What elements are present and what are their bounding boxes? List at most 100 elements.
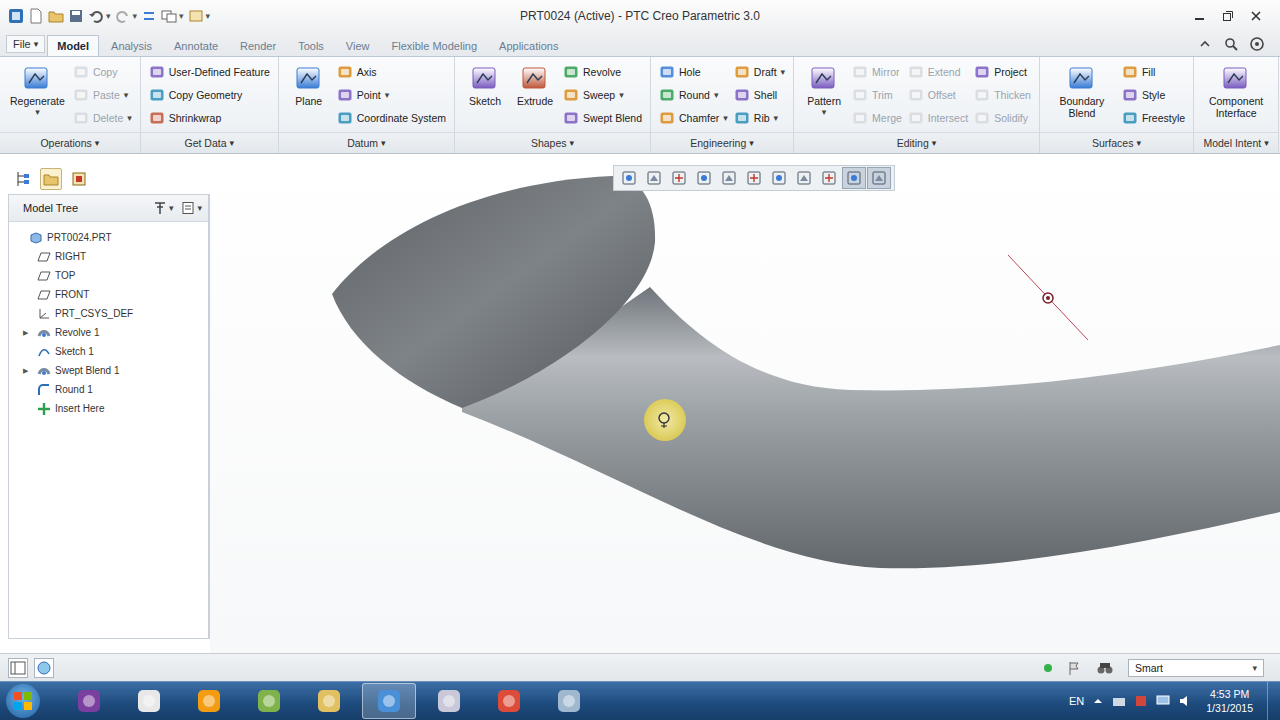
show-hidden-icon[interactable] <box>1092 695 1104 707</box>
ribbon-tab[interactable]: Render <box>230 35 286 56</box>
ribbon-button[interactable]: Round▾ <box>659 84 728 106</box>
tree-expander[interactable]: ▶ <box>23 329 33 337</box>
ribbon-large-button[interactable]: Pattern▾ <box>802 61 846 119</box>
graphics-window[interactable] <box>210 154 1280 653</box>
ribbon-button[interactable]: Copy Geometry <box>149 84 270 106</box>
view-tool-button[interactable] <box>867 167 891 189</box>
clock[interactable]: 4:53 PM1/31/2015 <box>1200 687 1259 715</box>
ribbon-button[interactable]: Hole <box>659 61 728 83</box>
view-tool-button[interactable] <box>667 167 691 189</box>
restore-icon[interactable] <box>1222 10 1234 22</box>
view-tool-button[interactable] <box>617 167 641 189</box>
ribbon-button[interactable]: Copy <box>73 61 132 83</box>
ribbon-button[interactable]: Thicken <box>974 84 1031 106</box>
ribbon-group-label[interactable]: Get Data▾ <box>141 132 278 153</box>
ribbon-group-label[interactable]: Model Intent▾ <box>1194 132 1278 153</box>
taskbar-app[interactable] <box>542 683 596 719</box>
minimize-icon[interactable] <box>1194 10 1206 22</box>
tree-item[interactable]: FRONT <box>9 285 208 304</box>
ribbon-button[interactable]: Shell <box>734 84 785 106</box>
ribbon-button[interactable]: Coordinate System <box>337 107 446 129</box>
close-window-icon[interactable] <box>188 8 204 24</box>
ribbon-button[interactable]: Draft▾ <box>734 61 785 83</box>
taskbar-app[interactable] <box>422 683 476 719</box>
ribbon-large-button[interactable]: Component Interface <box>1202 61 1270 121</box>
collapse-ribbon-icon[interactable] <box>1198 37 1212 51</box>
ribbon-large-button[interactable]: Boundary Blend <box>1048 61 1116 121</box>
ribbon-tab[interactable]: Annotate <box>164 35 228 56</box>
ribbon-button[interactable]: Merge <box>852 107 902 129</box>
view-tool-button[interactable] <box>642 167 666 189</box>
new-file-icon[interactable] <box>28 8 44 24</box>
monitor-icon[interactable] <box>1156 694 1170 708</box>
ribbon-button[interactable]: Delete▾ <box>73 107 132 129</box>
taskbar-app[interactable] <box>182 683 236 719</box>
ribbon-button[interactable]: Extend <box>908 61 968 83</box>
ribbon-tab[interactable]: Model <box>47 35 99 56</box>
model-view[interactable] <box>210 154 1280 653</box>
tree-item[interactable]: Sketch 1 <box>9 342 208 361</box>
show-desktop-button[interactable] <box>1267 682 1280 720</box>
find-icon[interactable] <box>1096 659 1114 677</box>
selection-filter[interactable]: Smart▾ <box>1128 659 1264 677</box>
tree-settings-button[interactable]: ▾ <box>153 201 174 215</box>
ribbon-button[interactable]: Point▾ <box>337 84 446 106</box>
ribbon-group-label[interactable]: Datum▾ <box>279 132 454 153</box>
datum-point-icon[interactable] <box>1043 293 1053 303</box>
ribbon-tab[interactable]: Flexible Modeling <box>381 35 487 56</box>
taskbar-app[interactable] <box>122 683 176 719</box>
tree-item[interactable]: RIGHT <box>9 247 208 266</box>
ribbon-large-button[interactable]: Plane <box>287 61 331 109</box>
ribbon-group-label[interactable]: Shapes▾ <box>455 132 650 153</box>
save-icon[interactable] <box>68 8 84 24</box>
tree-item[interactable]: TOP <box>9 266 208 285</box>
network-icon[interactable] <box>1112 694 1126 708</box>
ribbon-group-label[interactable]: Editing▾ <box>794 132 1039 153</box>
alert-icon[interactable] <box>1134 694 1148 708</box>
ribbon-button[interactable]: Trim <box>852 84 902 106</box>
view-tool-button[interactable] <box>742 167 766 189</box>
ribbon-button[interactable]: Swept Blend <box>563 107 642 129</box>
ribbon-button[interactable]: Fill <box>1122 61 1185 83</box>
language-indicator[interactable]: EN <box>1069 695 1084 707</box>
tree-item[interactable]: ▶Revolve 1 <box>9 323 208 342</box>
favorites-tab-icon[interactable] <box>68 168 90 190</box>
open-folder-icon[interactable] <box>48 8 64 24</box>
help-icon[interactable] <box>1250 37 1264 51</box>
ribbon-button[interactable]: Shrinkwrap <box>149 107 270 129</box>
ribbon-tab[interactable]: View <box>336 35 380 56</box>
ribbon-group-label[interactable]: Operations▾ <box>0 132 140 153</box>
folder-browser-tab-icon[interactable] <box>40 168 62 190</box>
ribbon-button[interactable]: Offset <box>908 84 968 106</box>
ribbon-button[interactable]: Paste▾ <box>73 84 132 106</box>
show-navigator-icon[interactable] <box>8 658 28 678</box>
windows-dropdown[interactable]: ▾ <box>179 11 184 21</box>
datum-axis[interactable] <box>1008 255 1088 340</box>
undo-icon[interactable] <box>88 8 104 24</box>
ribbon-button[interactable]: Intersect <box>908 107 968 129</box>
ribbon-large-button[interactable]: Extrude <box>513 61 557 109</box>
tree-item[interactable]: Insert Here <box>9 399 208 418</box>
ribbon-group-label[interactable]: Engineering▾ <box>651 132 793 153</box>
browser-icon[interactable] <box>34 658 54 678</box>
view-tool-button[interactable] <box>817 167 841 189</box>
taskbar-app[interactable] <box>62 683 116 719</box>
ribbon-tab[interactable]: File▾ <box>6 35 45 53</box>
undo-dropdown[interactable]: ▾ <box>106 11 111 21</box>
view-tool-button[interactable] <box>842 167 866 189</box>
tree-item[interactable]: PRT0024.PRT <box>9 228 208 247</box>
ribbon-group-label[interactable]: Surfaces▾ <box>1040 132 1193 153</box>
ribbon-button[interactable]: Style <box>1122 84 1185 106</box>
ribbon-tab[interactable]: Analysis <box>101 35 162 56</box>
model-tree-tab-icon[interactable] <box>12 168 34 190</box>
close-icon[interactable] <box>1250 10 1262 22</box>
ribbon-tab[interactable]: Applications <box>489 35 568 56</box>
tree-expander[interactable]: ▶ <box>23 367 33 375</box>
app-icon[interactable] <box>8 8 24 24</box>
taskbar-app[interactable] <box>302 683 356 719</box>
ribbon-button[interactable]: Axis <box>337 61 446 83</box>
tree-item[interactable]: ▶Swept Blend 1 <box>9 361 208 380</box>
ribbon-button[interactable]: Sweep▾ <box>563 84 642 106</box>
view-tool-button[interactable] <box>767 167 791 189</box>
ribbon-large-button[interactable]: Sketch <box>463 61 507 109</box>
